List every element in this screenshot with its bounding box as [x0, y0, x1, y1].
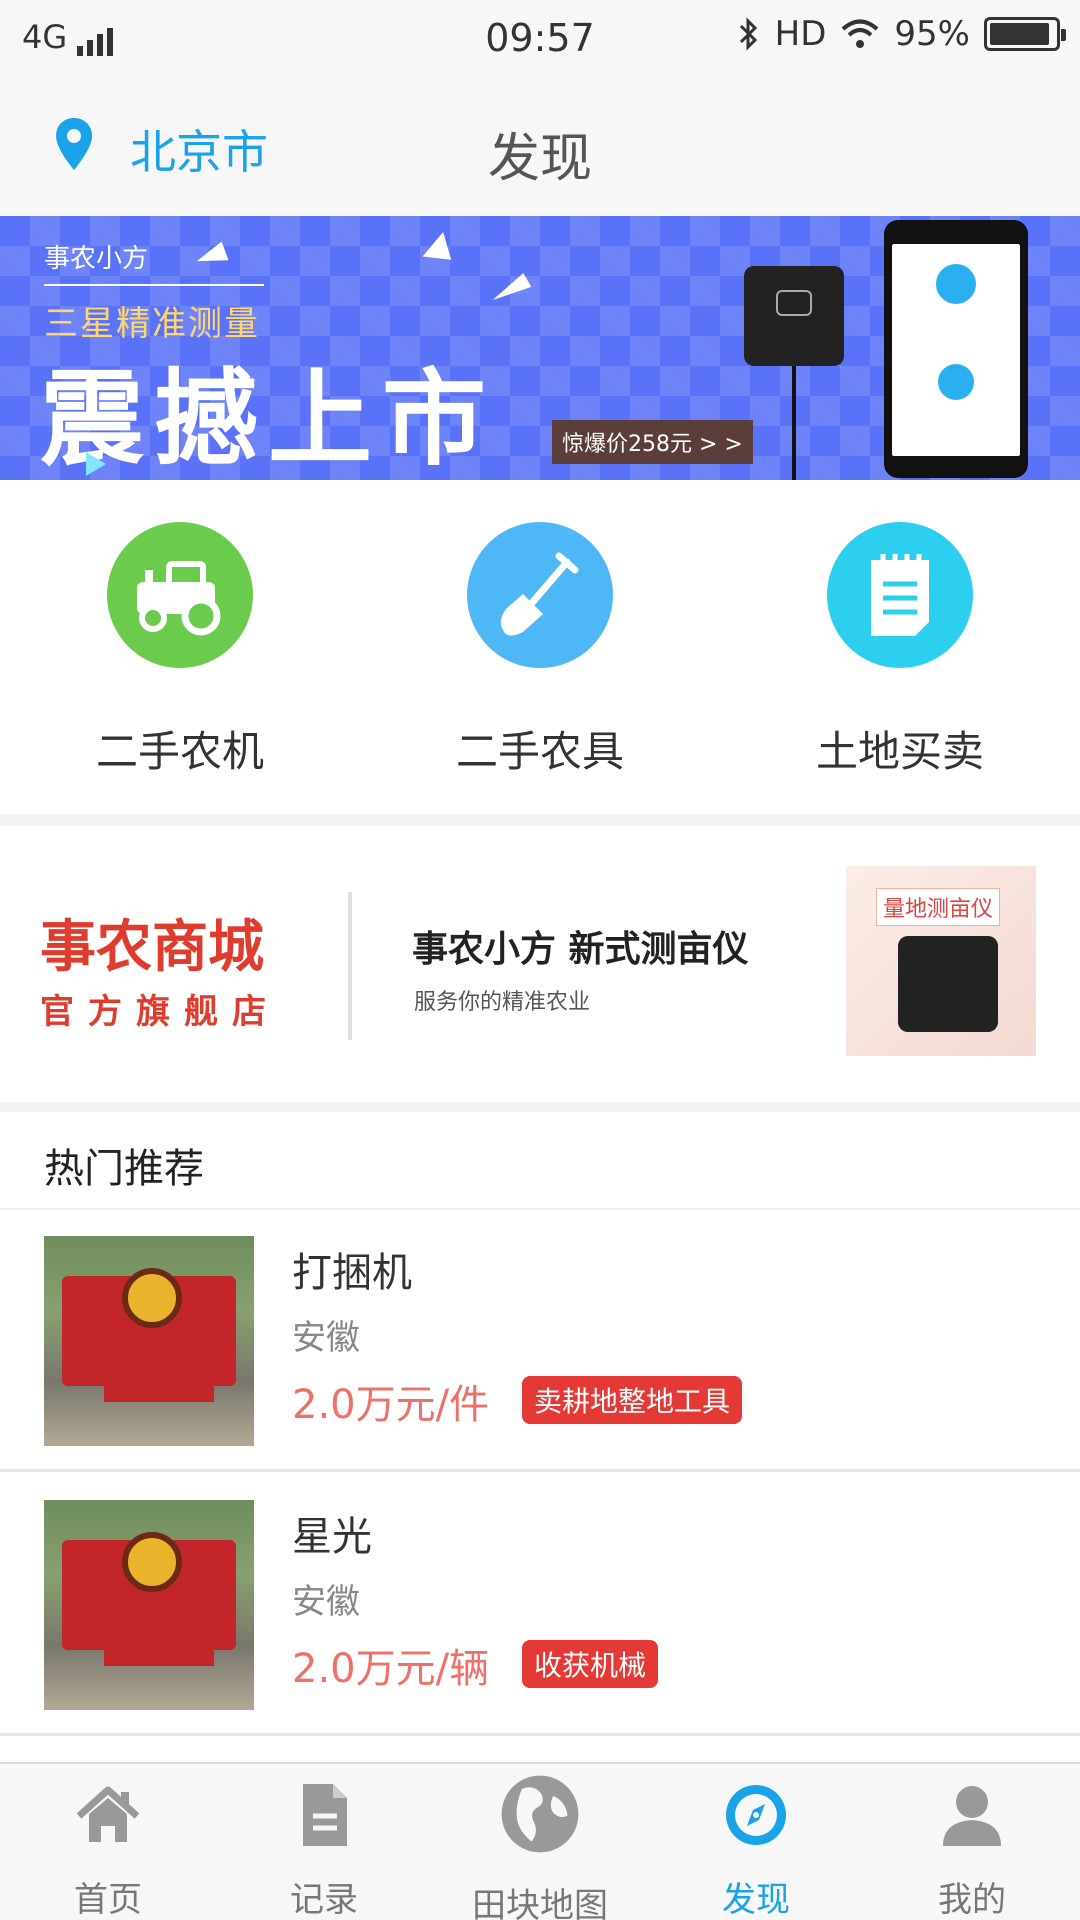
promo-banner[interactable]: 事农小方 三星精准测量 震撼上市 惊爆价258元 > >	[0, 216, 1080, 480]
tractor-icon	[107, 522, 253, 668]
tab-label: 田块地图	[472, 1886, 608, 1920]
item-thumbnail	[44, 1236, 254, 1446]
app-header: 北京市 发现	[0, 76, 1080, 216]
item-price: 2.0万元/件	[292, 1382, 490, 1428]
tab-profile[interactable]: 我的	[864, 1780, 1080, 1920]
category-label: 二手农具	[455, 727, 624, 776]
item-category-badge: 收获机械	[522, 1640, 659, 1688]
user-icon	[943, 1786, 1001, 1846]
bluetooth-icon	[739, 17, 757, 51]
device-box	[898, 936, 998, 1032]
divider	[0, 1469, 1080, 1472]
list-item[interactable]: 星光 安徽 2.0万元/辆 收获机械	[0, 1474, 1080, 1736]
status-icons: HD 95%	[737, 14, 1066, 54]
item-thumbnail	[44, 1500, 254, 1710]
item-region: 安徽	[292, 1582, 360, 1622]
category-grid: 二手农机 二手农具 土地买卖	[0, 480, 1080, 814]
tab-label: 首页	[74, 1880, 142, 1920]
hot-recommendations: 热门推荐 打捆机 安徽 2.0万元/件 卖耕地整地工具 星光 安徽 2.0万元/…	[0, 1112, 1080, 1762]
list-item[interactable]: 打捆机 安徽 2.0万元/件 卖耕地整地工具	[0, 1210, 1080, 1472]
wifi-icon	[842, 19, 879, 48]
mall-product-image[interactable]: 量地测亩仪	[846, 866, 1036, 1056]
document-icon	[303, 1784, 347, 1846]
mall-product-desc: 服务你的精准农业	[414, 990, 591, 1015]
decor-triangle	[488, 273, 532, 307]
tab-home[interactable]: 首页	[0, 1780, 216, 1920]
home-icon	[76, 1786, 140, 1842]
tab-label: 发现	[722, 1880, 790, 1920]
decor-triangle	[193, 241, 229, 271]
battery-percent: 95%	[894, 14, 970, 54]
mall-product-title: 事农小方 新式测亩仪	[412, 929, 749, 970]
category-land-trade[interactable]: 土地买卖	[750, 522, 1050, 779]
item-region: 安徽	[292, 1318, 360, 1358]
mall-name: 事农商城	[40, 915, 264, 980]
category-label: 二手农机	[95, 727, 264, 776]
bottom-tab-bar: 首页 记录 田块地图 发现 我的	[0, 1762, 1080, 1920]
banner-brand: 事农小方	[44, 244, 149, 274]
item-category-badge: 卖耕地整地工具	[522, 1376, 743, 1424]
image-caption: 量地测亩仪	[876, 888, 1001, 926]
battery-icon	[984, 17, 1066, 51]
mall-divider	[348, 892, 352, 1040]
notepad-icon	[827, 522, 973, 668]
item-price: 2.0万元/辆	[292, 1646, 490, 1692]
status-bar: 4G 09:57 HD 95%	[0, 0, 1080, 76]
category-used-machinery[interactable]: 二手农机	[30, 522, 330, 779]
decor-triangle	[422, 232, 462, 272]
item-name: 星光	[292, 1514, 372, 1560]
tab-label: 我的	[938, 1880, 1006, 1920]
banner-headline: 震撼上市	[40, 357, 497, 480]
tab-field-map[interactable]: 田块地图	[432, 1775, 648, 1920]
category-used-tools[interactable]: 二手农具	[390, 522, 690, 779]
tab-records[interactable]: 记录	[216, 1780, 432, 1920]
item-name: 打捆机	[292, 1250, 412, 1296]
compass-icon	[726, 1785, 786, 1845]
banner-divider	[44, 284, 264, 286]
globe-icon	[501, 1775, 579, 1853]
mall-tag: 官方旗舰店	[40, 992, 280, 1032]
tab-discover[interactable]: 发现	[648, 1780, 864, 1920]
divider	[0, 1733, 1080, 1736]
mall-promo[interactable]: 事农商城 官方旗舰店 事农小方 新式测亩仪 服务你的精准农业 量地测亩仪	[0, 826, 1080, 1102]
decor-triangle	[86, 452, 106, 476]
hd-label: HD	[774, 14, 827, 54]
tab-label: 记录	[290, 1880, 358, 1920]
banner-price-tag: 惊爆价258元 > >	[552, 420, 753, 464]
section-title: 热门推荐	[44, 1146, 204, 1192]
category-label: 土地买卖	[815, 727, 984, 776]
page-title: 发现	[487, 129, 592, 189]
shovel-icon	[467, 522, 613, 668]
measuring-device-image	[744, 266, 844, 480]
phone-image	[884, 220, 1028, 478]
